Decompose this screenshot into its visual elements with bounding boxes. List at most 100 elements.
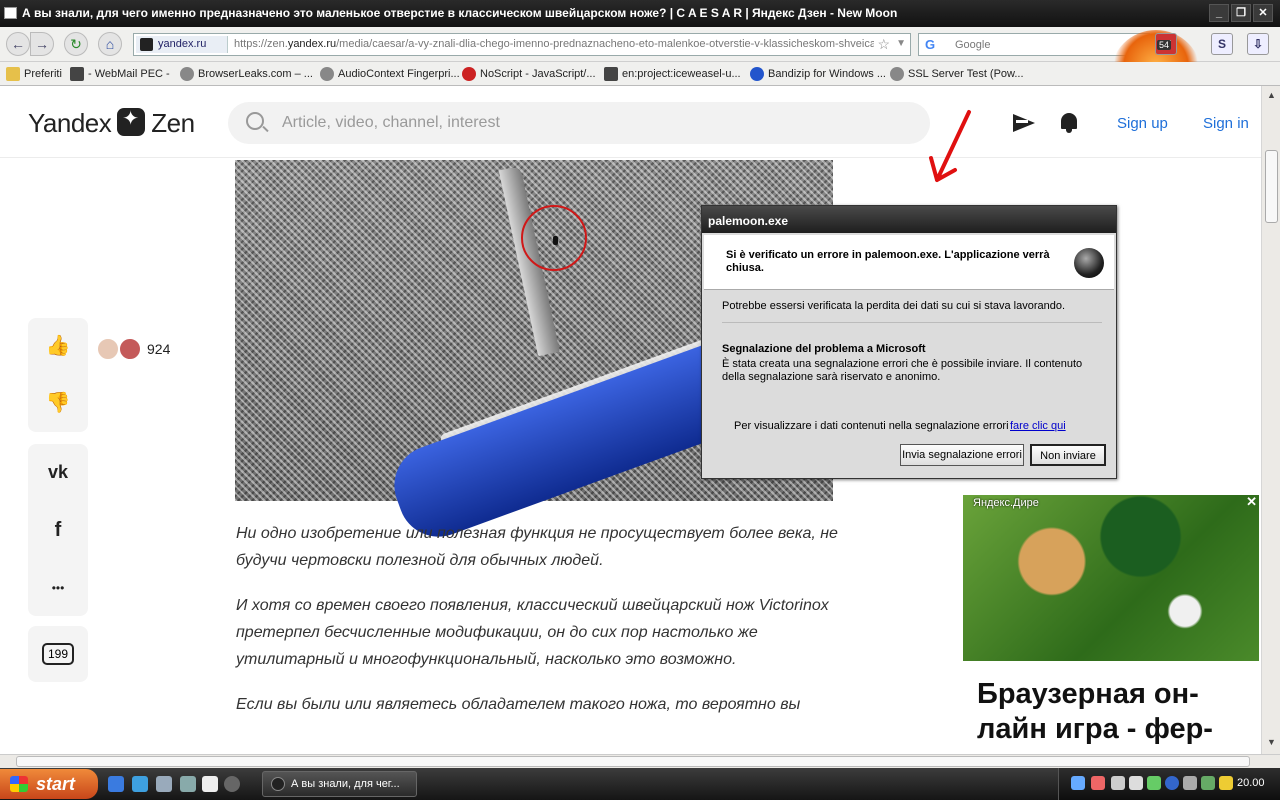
ie-icon[interactable] <box>108 776 124 792</box>
bookmark-item[interactable]: AudioContext Fingerpri... <box>320 67 460 81</box>
clock[interactable]: 20.00 <box>1237 777 1265 789</box>
taskbar-window-button[interactable]: А вы знали, для чег... <box>262 771 417 797</box>
hscroll-thumb[interactable] <box>16 756 1250 767</box>
bookmark-star-icon[interactable]: ☆ <box>877 36 890 53</box>
scroll-up-icon[interactable]: ▲ <box>1265 90 1278 103</box>
dialog-info-text: Potrebbe essersi verificata la perdita d… <box>722 300 1102 323</box>
dialog-header: Si è verificato un errore in palemoon.ex… <box>704 235 1114 290</box>
comments-count: 199 <box>42 643 74 665</box>
avatar <box>96 337 120 361</box>
dislike-icon[interactable]: 👎 <box>28 375 88 431</box>
dialog-body: Potrebbe essersi verificata la perdita d… <box>704 292 1114 476</box>
taskbar: start А вы знали, для чег... 20.00 <box>0 768 1280 800</box>
dialog-header-message: Si è verificato un errore in palemoon.ex… <box>726 249 1050 274</box>
tray-app-icon[interactable] <box>1165 776 1179 790</box>
report-heading: Segnalazione del problema a Microsoft <box>722 343 926 355</box>
tray-monitor-icon[interactable] <box>1183 776 1197 790</box>
site-identity-button[interactable]: yandex.ru <box>136 36 228 53</box>
bookmark-item[interactable]: Bandizip for Windows ... <box>750 67 886 81</box>
network-icon[interactable] <box>156 776 172 792</box>
system-tray: 20.00 <box>1058 768 1280 800</box>
more-options-icon[interactable]: ••• <box>28 560 88 616</box>
forward-button[interactable]: → <box>30 32 54 56</box>
share-panel: vk f ••• <box>28 444 88 616</box>
bookmark-item[interactable]: - WebMail PEC - <box>70 67 170 81</box>
folder-icon <box>6 67 20 81</box>
moon-icon <box>1074 248 1104 278</box>
page-icon <box>4 7 17 19</box>
bookmark-item[interactable]: Preferiti <box>6 67 62 81</box>
view-data-link[interactable]: fare clic qui <box>1010 420 1066 432</box>
vertical-scrollbar[interactable]: ▲ ▼ <box>1261 86 1280 754</box>
url-prefix: https://zen. <box>234 38 288 50</box>
zen-star-icon <box>117 106 146 136</box>
browser-icon[interactable] <box>132 776 148 792</box>
site-identity-label: yandex.ru <box>158 38 207 50</box>
tray-app-icon[interactable] <box>1111 776 1125 790</box>
navigation-toolbar: ← → ↻ ⌂ yandex.ru https://zen.yandex.ru/… <box>0 27 1280 62</box>
red-arrow-annotation <box>929 110 971 182</box>
tray-app-icon[interactable] <box>1201 776 1215 790</box>
bandizip-icon <box>750 67 764 81</box>
restore-button[interactable]: ❐ <box>1231 4 1251 22</box>
globe-icon <box>320 67 334 81</box>
scroll-thumb[interactable] <box>1265 150 1278 223</box>
url-dropdown-icon[interactable]: ▼ <box>896 38 906 49</box>
addon-s-icon[interactable]: S <box>1211 33 1233 55</box>
horizontal-scrollbar[interactable] <box>0 754 1280 768</box>
article-paragraph: Если вы были или являетесь обладателем т… <box>236 696 801 713</box>
ad-title[interactable]: Браузерная он-лайн игра - фер- <box>977 677 1247 747</box>
windows-logo-icon <box>10 776 28 792</box>
minimize-button[interactable]: _ <box>1209 4 1229 22</box>
report-text: È stata creata una segnalazione errori c… <box>722 358 1083 383</box>
like-icon[interactable]: 👍 <box>28 318 88 374</box>
tray-shield-icon[interactable] <box>1219 776 1233 790</box>
article-paragraph: Ни одно изобретение или полезная функция… <box>236 525 838 569</box>
ad-game-image <box>963 495 1259 661</box>
dont-send-button[interactable]: Non inviare <box>1030 444 1106 466</box>
yandex-zen-logo[interactable]: YandexZen <box>28 106 195 139</box>
globe-icon <box>890 67 904 81</box>
url-path: /media/caesar/a-vy-znali-dlia-chego-imen… <box>336 38 874 50</box>
article-paragraph: И хотя со времен своего появления, класс… <box>236 597 829 668</box>
comments-button[interactable]: 199 <box>28 626 88 682</box>
facebook-share-icon[interactable]: f <box>28 502 88 558</box>
bookmarks-toolbar: Preferiti - WebMail PEC - BrowserLeaks.c… <box>0 62 1280 86</box>
highlight-circle <box>521 205 587 271</box>
addon-badge: 54 <box>1157 40 1172 50</box>
scroll-down-icon[interactable]: ▼ <box>1265 737 1278 750</box>
ad-banner[interactable]: Яндекс.Дире ✕ Браузерная он-лайн игра - … <box>961 493 1261 754</box>
sign-up-link[interactable]: Sign up <box>1117 115 1168 132</box>
send-icon[interactable] <box>1013 112 1035 134</box>
window-titlebar: А вы знали, для чего именно предназначен… <box>0 0 1280 27</box>
moon-icon[interactable] <box>224 776 240 792</box>
close-window-button[interactable]: ✕ <box>1253 4 1273 22</box>
start-button[interactable]: start <box>0 769 98 799</box>
bookmark-item[interactable]: NoScript - JavaScript/... <box>462 67 596 81</box>
reload-button[interactable]: ↻ <box>64 32 88 56</box>
bookmark-item[interactable]: en:project:iceweasel-u... <box>604 67 741 81</box>
url-text[interactable]: https://zen.yandex.ru/media/caesar/a-vy-… <box>234 38 874 50</box>
mail-icon[interactable] <box>202 776 218 792</box>
wiki-icon <box>604 67 618 81</box>
sign-in-link[interactable]: Sign in <box>1203 115 1249 132</box>
vk-share-icon[interactable]: vk <box>28 444 88 500</box>
downloads-icon[interactable]: ⇩ <box>1247 33 1269 55</box>
zen-search-input[interactable] <box>282 112 882 134</box>
bookmark-item[interactable]: SSL Server Test (Pow... <box>890 67 1024 81</box>
bookmark-item[interactable]: BrowserLeaks.com – ... <box>180 67 313 81</box>
bell-icon[interactable] <box>1059 112 1081 134</box>
palemoon-icon <box>271 777 285 791</box>
google-engine-icon[interactable]: G <box>925 37 935 52</box>
home-button[interactable]: ⌂ <box>98 32 122 56</box>
url-bar[interactable]: yandex.ru https://zen.yandex.ru/media/ca… <box>133 33 911 56</box>
desktop-icon[interactable] <box>180 776 196 792</box>
tray-antivirus-icon[interactable] <box>1091 776 1105 790</box>
tray-wifi-icon[interactable] <box>1147 776 1161 790</box>
send-report-button[interactable]: Invia segnalazione errori <box>900 444 1024 466</box>
zen-search-box[interactable] <box>228 102 930 144</box>
tray-app-icon[interactable] <box>1129 776 1143 790</box>
back-button[interactable]: ← <box>6 32 30 56</box>
ad-close-icon[interactable]: ✕ <box>1246 494 1257 510</box>
tray-network-icon[interactable] <box>1071 776 1085 790</box>
